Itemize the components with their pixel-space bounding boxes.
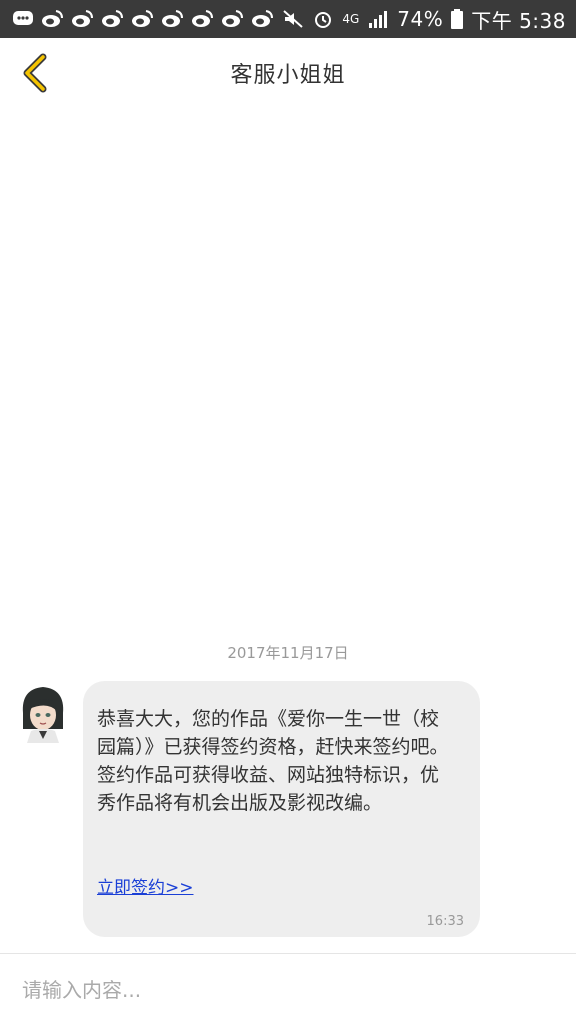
network-type: 4G <box>342 12 360 26</box>
weibo-icon <box>222 10 243 27</box>
message-icon <box>13 11 33 25</box>
title-bar: 客服小姐姐 <box>0 38 576 109</box>
message-input[interactable] <box>20 970 560 1010</box>
date-divider: 2017年11月17日 <box>227 644 349 662</box>
weibo-icon <box>252 10 273 27</box>
message-text: 恭喜大大，您的作品《爱你一生一世（校园篇）》已获得签约资格，赶快来签约吧。签约作… <box>97 708 449 814</box>
alarm-icon <box>315 12 332 28</box>
clock: 下午 5:38 <box>471 8 566 33</box>
battery-percent: 74% <box>397 7 444 31</box>
weibo-icon <box>102 10 123 27</box>
page-title: 客服小姐姐 <box>230 63 346 88</box>
agent-avatar[interactable] <box>17 683 69 743</box>
weibo-icon <box>162 10 183 27</box>
message-bubble: 恭喜大大，您的作品《爱你一生一世（校园篇）》已获得签约资格，赶快来签约吧。签约作… <box>83 681 480 937</box>
message-time: 16:33 <box>426 914 464 929</box>
input-bar <box>0 953 576 1024</box>
notification-icons <box>12 9 274 29</box>
weibo-icon <box>72 10 93 27</box>
mute-icon <box>283 10 303 28</box>
status-bar: 4G 74% 下午 5:38 <box>0 0 576 38</box>
weibo-icon <box>192 10 213 27</box>
weibo-icon <box>132 10 153 27</box>
chat-area[interactable]: 2017年11月17日 恭喜大大，您的作品《爱你一生一世（校园篇）》已获得签约资… <box>0 108 576 953</box>
system-icons: 4G 74% 下午 5:38 <box>282 5 566 34</box>
back-chevron-icon <box>23 53 47 93</box>
back-button[interactable] <box>12 50 56 96</box>
battery-icon <box>451 9 464 29</box>
sign-now-link[interactable]: 立即签约>> <box>97 873 194 898</box>
weibo-icon <box>42 10 63 27</box>
signal-icon <box>369 11 388 28</box>
